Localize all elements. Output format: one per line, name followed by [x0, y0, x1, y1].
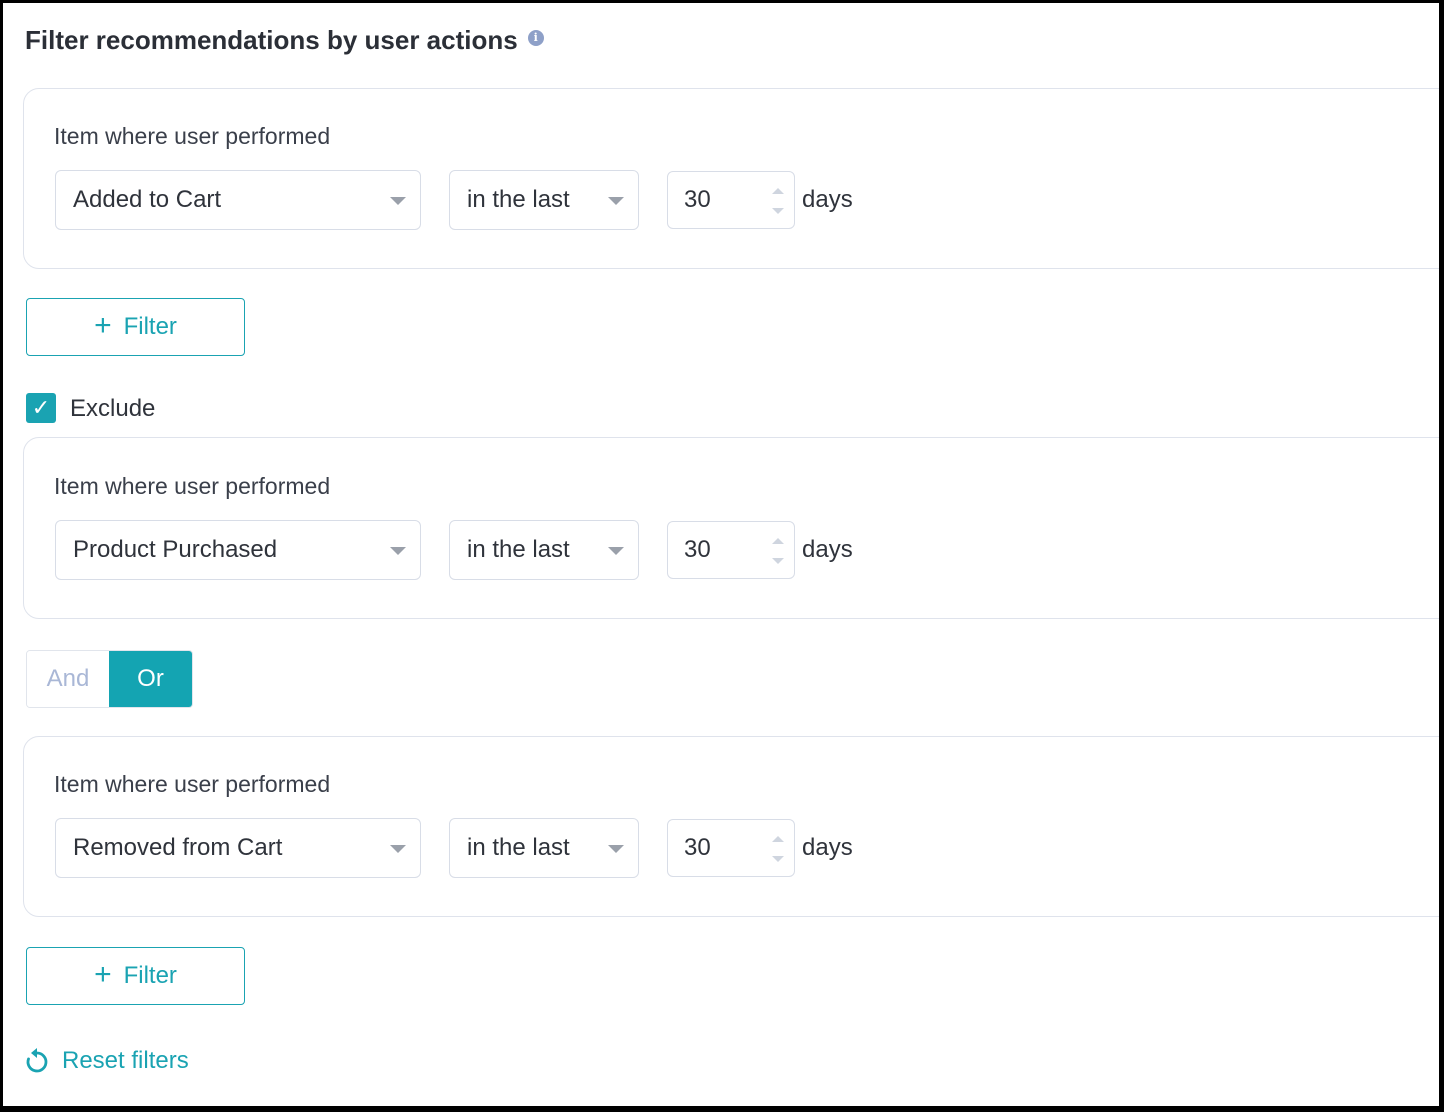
page-title: Filter recommendations by user actions i: [25, 25, 544, 56]
action-select[interactable]: Added to Cart: [55, 170, 421, 230]
chevron-down-icon: [608, 845, 624, 853]
chevron-down-icon: [390, 845, 406, 853]
add-filter-label: Filter: [123, 962, 177, 989]
logic-toggle: And Or: [26, 650, 193, 708]
plus-icon: +: [94, 957, 112, 991]
chevron-down-icon: [608, 197, 624, 205]
panel-label: Item where user performed: [54, 123, 331, 149]
reset-filters-label: Reset filters: [62, 1047, 189, 1074]
reset-icon: [26, 1048, 48, 1073]
filter-card: Filter recommendations by user actions i…: [3, 3, 1439, 1106]
timeframe-select-value: in the last: [467, 536, 570, 563]
number-stepper-icon[interactable]: [772, 536, 784, 566]
number-stepper-icon[interactable]: [772, 834, 784, 864]
reset-filters-link[interactable]: Reset filters: [24, 1047, 189, 1075]
timeframe-select[interactable]: in the last: [449, 520, 639, 580]
days-unit-label: days: [802, 186, 853, 213]
timeframe-select-value: in the last: [467, 186, 570, 213]
chevron-down-icon: [390, 197, 406, 205]
checkmark-icon: ✓: [31, 395, 51, 420]
panel-label: Item where user performed: [54, 473, 331, 499]
add-filter-button[interactable]: + Filter: [26, 298, 245, 356]
filter-panel-1: Item where user performed Added to Cart …: [23, 88, 1439, 269]
chevron-down-icon: [390, 547, 406, 555]
exclude-label: Exclude: [70, 395, 156, 422]
days-count-input[interactable]: 30: [667, 521, 795, 579]
add-filter-label: Filter: [123, 313, 177, 340]
action-select-value: Product Purchased: [73, 536, 278, 563]
days-unit-label: days: [802, 834, 853, 861]
number-stepper-icon[interactable]: [772, 186, 784, 216]
filter-panel-2: Item where user performed Product Purcha…: [23, 437, 1439, 619]
plus-icon: +: [94, 308, 112, 342]
timeframe-select-value: in the last: [467, 834, 570, 861]
days-count-input[interactable]: 30: [667, 171, 795, 229]
action-select-value: Added to Cart: [73, 186, 222, 213]
exclude-checkbox[interactable]: ✓: [26, 393, 56, 423]
days-count-input[interactable]: 30: [667, 819, 795, 877]
days-unit-label: days: [802, 536, 853, 563]
info-icon[interactable]: i: [527, 29, 544, 46]
days-count-value: 30: [684, 186, 711, 213]
timeframe-select[interactable]: in the last: [449, 170, 639, 230]
chevron-down-icon: [608, 547, 624, 555]
toggle-and-button[interactable]: And: [27, 651, 109, 707]
action-select[interactable]: Removed from Cart: [55, 818, 421, 878]
action-select-value: Removed from Cart: [73, 834, 283, 861]
page-title-text: Filter recommendations by user actions: [25, 25, 518, 55]
days-count-value: 30: [684, 834, 711, 861]
timeframe-select[interactable]: in the last: [449, 818, 639, 878]
days-count-value: 30: [684, 536, 711, 563]
action-select[interactable]: Product Purchased: [55, 520, 421, 580]
panel-label: Item where user performed: [54, 771, 331, 797]
toggle-or-button[interactable]: Or: [109, 651, 192, 707]
filter-panel-3: Item where user performed Removed from C…: [23, 736, 1439, 917]
add-filter-button[interactable]: + Filter: [26, 947, 245, 1005]
